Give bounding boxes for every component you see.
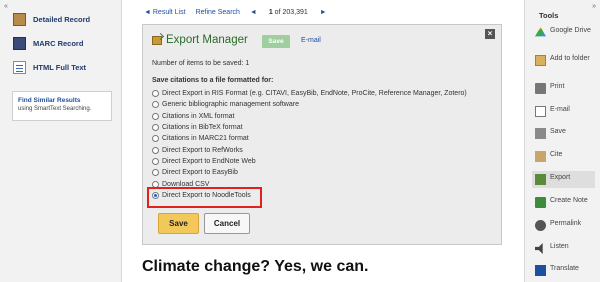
collapse-right-button[interactable]: » (592, 3, 596, 10)
selection-highlight-box (147, 187, 262, 208)
result-navigation: ◄ Result List Refine Search ◄ 1 of 203,3… (144, 9, 347, 16)
tool-label: Add to folder (550, 55, 590, 62)
format-option-label: Citations in XML format (162, 112, 235, 120)
tool-label: Print (550, 83, 565, 90)
google-drive-icon (535, 27, 546, 37)
format-option[interactable]: Direct Export to EndNote Web (152, 156, 467, 167)
prev-result-button[interactable]: ◄ (250, 9, 257, 16)
marc-record-link[interactable]: MARC Record (13, 37, 83, 50)
save-button[interactable]: Save (158, 213, 199, 234)
print-icon (535, 83, 546, 94)
tool-label: Translate (550, 265, 579, 272)
next-result-button[interactable]: ► (320, 9, 327, 16)
current-result-number: 1 (268, 9, 273, 16)
find-similar-results-box[interactable]: Find Similar Results using SmartText Sea… (12, 91, 112, 121)
radio-button[interactable] (152, 101, 159, 109)
tool-permalink[interactable]: Permalink (535, 220, 597, 231)
tool-label: E-mail (550, 106, 570, 113)
marc-record-label: MARC Record (33, 39, 84, 48)
translate-icon (535, 265, 546, 276)
radio-button[interactable] (152, 146, 159, 154)
tool-label: Google Drive (550, 27, 591, 34)
tool-add-to-folder[interactable]: Add to folder (535, 55, 597, 66)
save-icon (535, 128, 546, 139)
tool-listen[interactable]: Listen (535, 243, 597, 254)
format-option[interactable]: Generic bibliographic management softwar… (152, 99, 467, 110)
refine-search-link[interactable]: Refine Search (196, 9, 240, 16)
detailed-record-icon (13, 13, 26, 26)
format-option-label: Direct Export to EndNote Web (162, 157, 256, 165)
result-total: of 203,391 (274, 9, 308, 16)
radio-button[interactable] (152, 112, 159, 120)
format-option-label: Citations in BibTeX format (162, 124, 243, 132)
email-tab-link[interactable]: E-mail (301, 37, 321, 44)
smarttext-caption: using SmartText Searching. (18, 106, 92, 112)
tool-export[interactable]: Export (532, 171, 595, 188)
radio-button[interactable] (152, 169, 159, 177)
format-option[interactable]: Citations in MARC21 format (152, 133, 467, 144)
format-option[interactable]: Citations in BibTeX format (152, 122, 467, 133)
close-icon[interactable]: × (485, 29, 495, 39)
format-option[interactable]: Direct Export to EasyBib (152, 167, 467, 178)
format-option-label: Direct Export in RIS Format (e.g. CITAVI… (162, 90, 467, 98)
tool-label: Permalink (550, 220, 582, 227)
detailed-record-label: Detailed Record (33, 15, 91, 24)
html-full-text-link[interactable]: HTML Full Text (13, 61, 86, 74)
listen-icon (535, 243, 543, 254)
format-option-label: Direct Export to EasyBib (162, 169, 238, 177)
cancel-button[interactable]: Cancel (204, 213, 250, 234)
result-list-link[interactable]: ◄ Result List (144, 9, 186, 16)
format-option-label: Citations in MARC21 format (162, 135, 249, 143)
create-note-icon (535, 197, 546, 208)
folder-icon (535, 55, 546, 66)
radio-button[interactable] (152, 90, 159, 98)
format-option[interactable]: Citations in XML format (152, 111, 467, 122)
radio-button[interactable] (152, 157, 159, 165)
export-manager-dialog: Export Manager Save E-mail × Number of i… (142, 24, 502, 245)
tools-sidebar: » Tools Google Drive Add to folder Print… (524, 0, 600, 282)
dialog-title: Export Manager (166, 34, 248, 46)
save-tab-button[interactable]: Save (262, 35, 290, 48)
result-counter: ◄ 1 of 203,391 ► (250, 9, 337, 16)
tool-label: Listen (550, 243, 569, 250)
items-count-text: Number of items to be saved: 1 (152, 60, 250, 67)
tool-create-note[interactable]: Create Note (535, 197, 597, 208)
email-icon (535, 106, 546, 117)
format-option-label: Direct Export to RefWorks (162, 146, 243, 154)
permalink-icon (535, 220, 546, 231)
tool-print[interactable]: Print (535, 83, 597, 94)
tool-email[interactable]: E-mail (535, 106, 597, 117)
radio-button[interactable] (152, 135, 159, 143)
export-folder-icon (152, 35, 162, 45)
tool-cite[interactable]: Cite (535, 151, 597, 162)
cite-icon (535, 151, 546, 162)
format-option-label: Generic bibliographic management softwar… (162, 101, 299, 109)
tool-label: Save (550, 128, 566, 135)
tool-label: Export (550, 174, 571, 181)
format-options: Direct Export in RIS Format (e.g. CITAVI… (152, 88, 467, 201)
tool-translate[interactable]: Translate (535, 265, 597, 276)
find-similar-results-link[interactable]: Find Similar Results (18, 97, 106, 104)
format-option[interactable]: Direct Export in RIS Format (e.g. CITAVI… (152, 88, 467, 99)
tool-label: Create Note (550, 197, 588, 204)
format-option[interactable]: Direct Export to RefWorks (152, 144, 467, 155)
tool-google-drive[interactable]: Google Drive (535, 27, 597, 38)
left-sidebar: « Detailed Record MARC Record HTML Full … (0, 0, 122, 282)
marc-record-icon (13, 37, 26, 50)
tool-label: Cite (550, 151, 563, 158)
html-full-text-label: HTML Full Text (33, 63, 87, 72)
collapse-left-button[interactable]: « (4, 3, 8, 10)
record-title: Climate change? Yes, we can. (142, 258, 369, 275)
tool-save[interactable]: Save (535, 128, 597, 139)
export-icon (535, 174, 546, 185)
html-full-text-icon (13, 61, 26, 74)
detailed-record-link[interactable]: Detailed Record (13, 13, 90, 26)
tools-heading: Tools (539, 11, 559, 20)
format-heading: Save citations to a file formatted for: (152, 77, 274, 84)
dialog-header: Export Manager (152, 34, 248, 46)
radio-button[interactable] (152, 124, 159, 132)
